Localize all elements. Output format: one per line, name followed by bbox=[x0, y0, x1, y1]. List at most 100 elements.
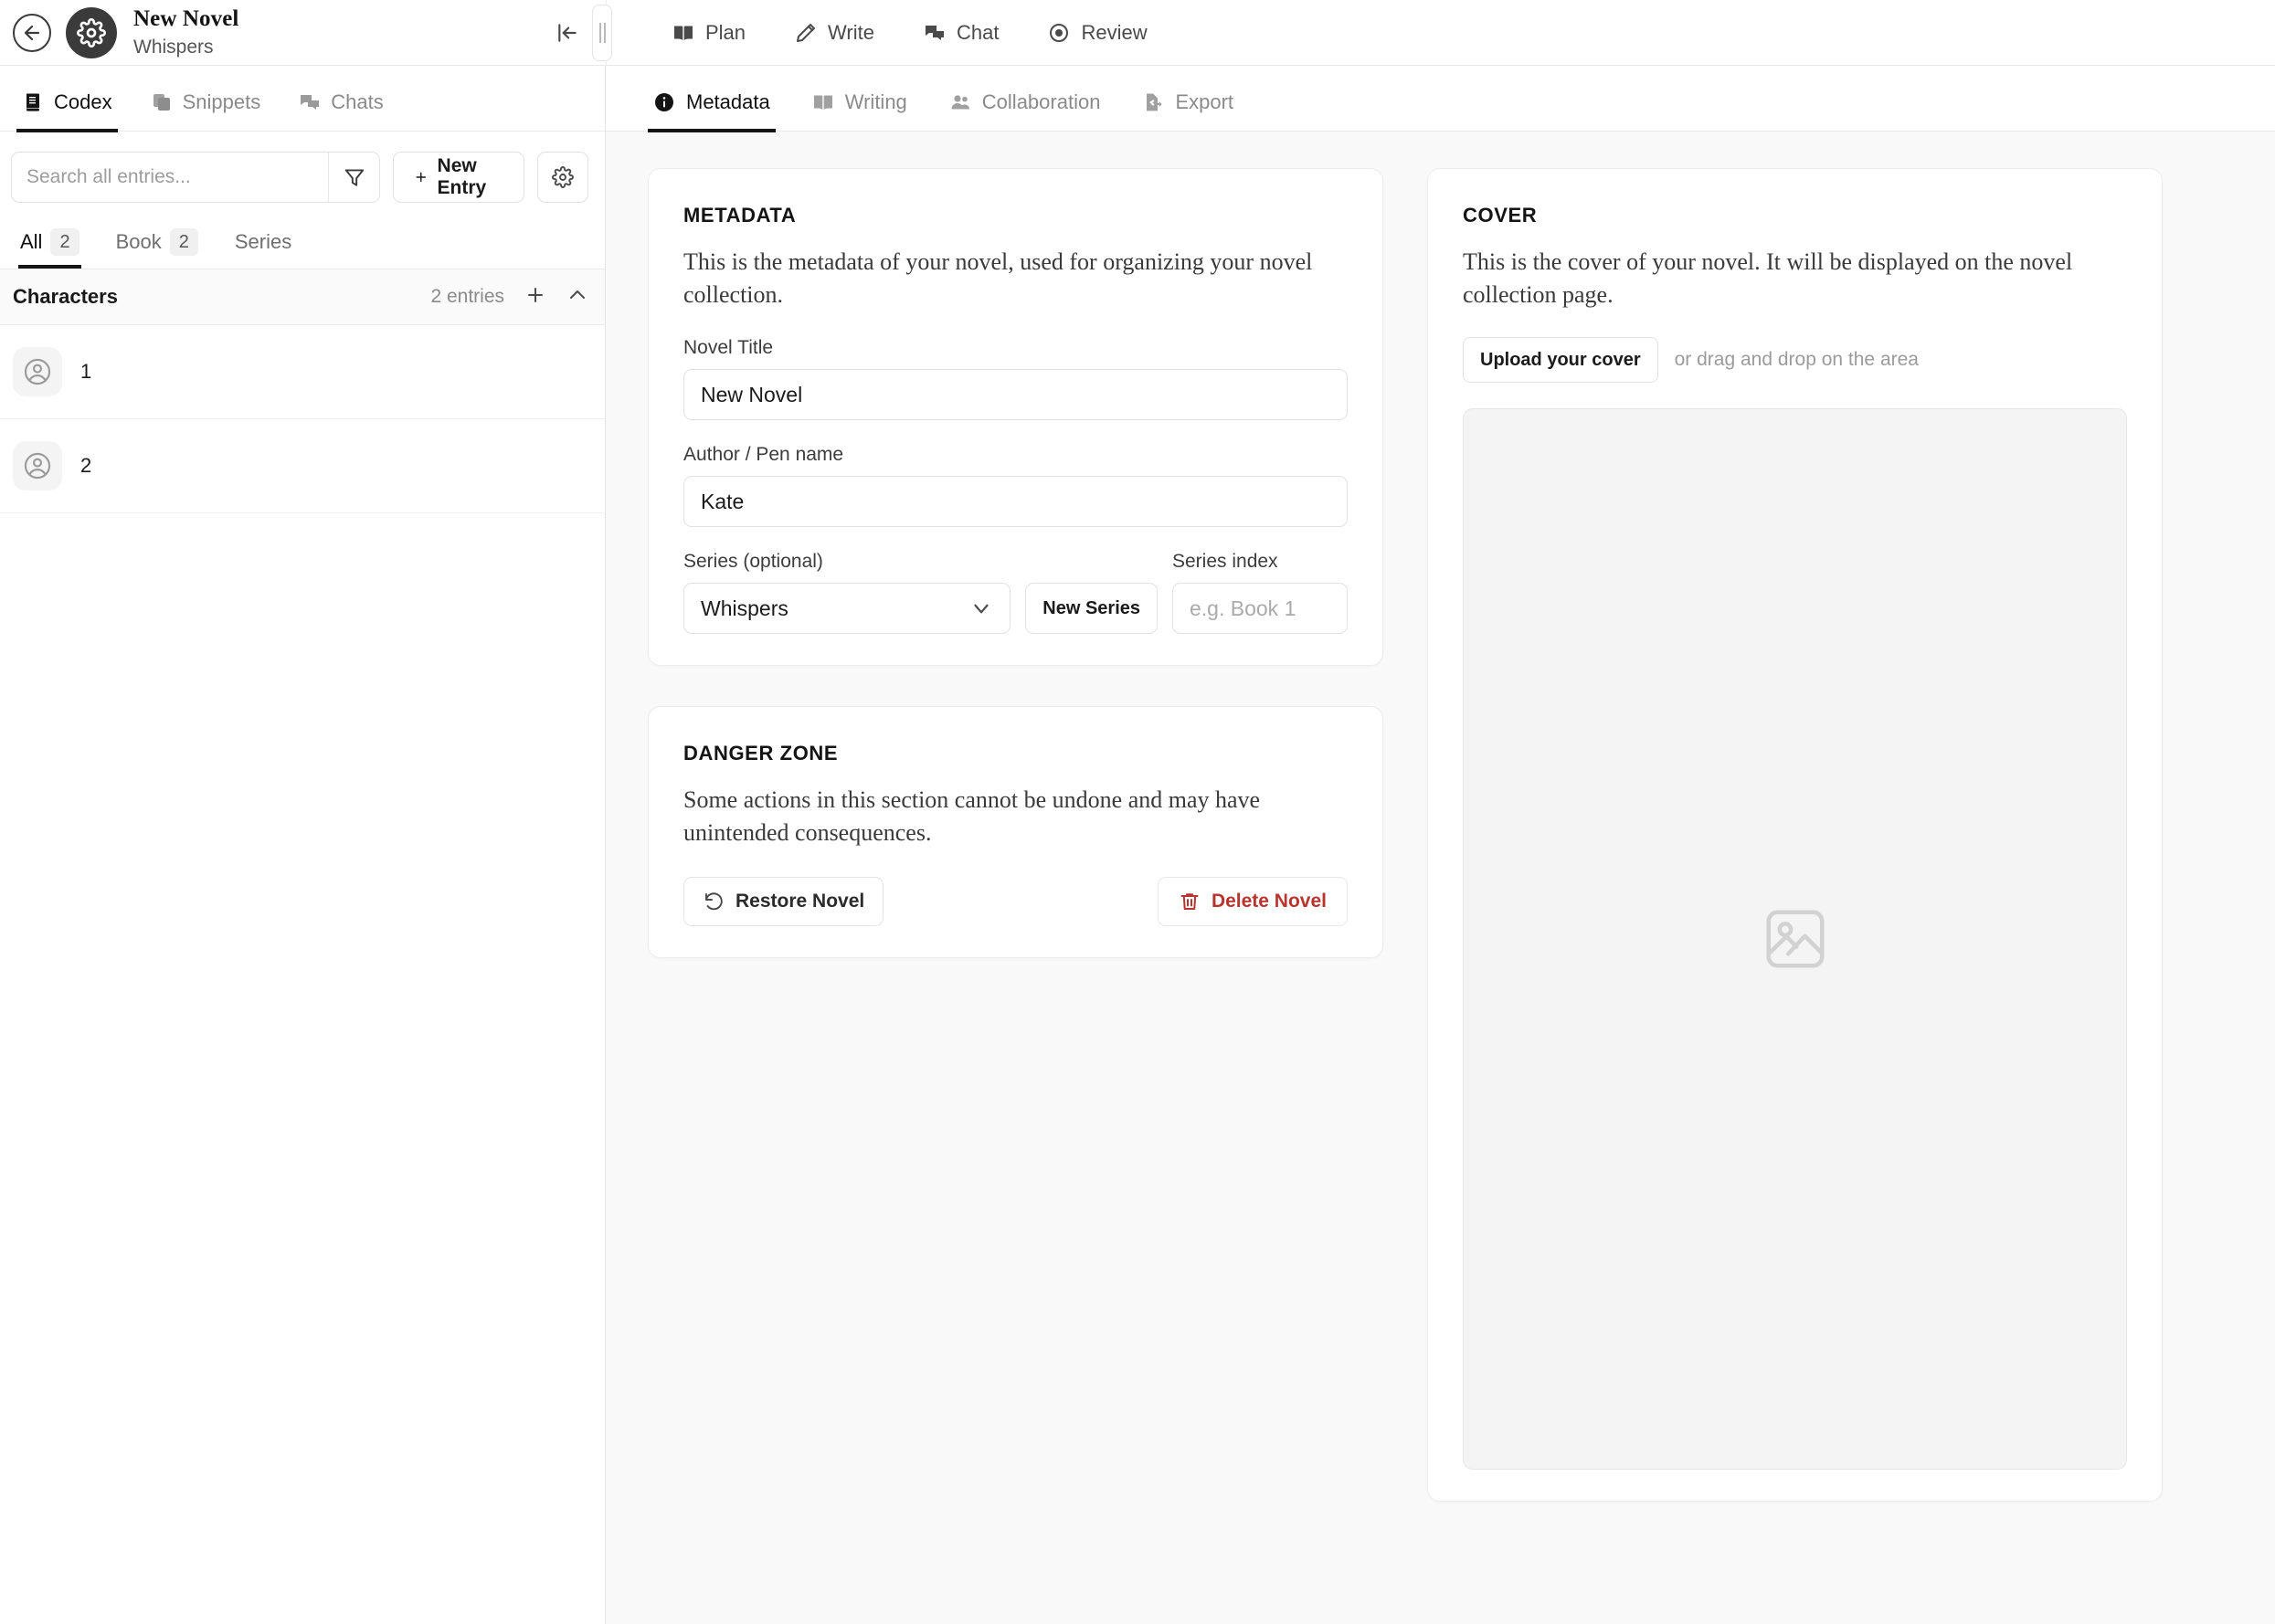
sidebar-tabs: Codex Snippets Chats bbox=[0, 66, 605, 132]
filter-button[interactable] bbox=[328, 153, 379, 202]
search-input[interactable] bbox=[12, 153, 328, 202]
top-nav-item-write[interactable]: Write bbox=[773, 12, 896, 54]
chevron-up-icon bbox=[570, 290, 585, 299]
novel-title-block: New Novel Whispers bbox=[133, 5, 238, 59]
filter-pill-series[interactable]: Series bbox=[233, 219, 293, 269]
page-title: New Novel bbox=[133, 6, 239, 31]
filter-pill-count: 2 bbox=[169, 228, 198, 256]
author-label: Author / Pen name bbox=[683, 444, 844, 465]
danger-zone-description: Some actions in this section cannot be u… bbox=[683, 786, 1261, 846]
tab-export[interactable]: Export bbox=[1137, 90, 1239, 132]
body-row: Codex Snippets Chats Search all entries.… bbox=[0, 66, 2275, 1624]
group-header-actions: 2 entries bbox=[430, 284, 588, 311]
back-button[interactable] bbox=[13, 13, 51, 52]
restore-novel-label: Restore Novel bbox=[735, 891, 865, 912]
tab-writing[interactable]: Writing bbox=[807, 90, 913, 132]
cover-card-description: This is the cover of your novel. It will… bbox=[1463, 248, 2073, 308]
chat-bubbles-icon bbox=[925, 25, 944, 40]
top-nav: Plan Write Chat Review bbox=[606, 0, 2275, 65]
top-nav-label: Chat bbox=[956, 20, 1000, 44]
metadata-card: METADATA This is the metadata of your no… bbox=[648, 168, 1383, 666]
funnel-icon bbox=[344, 169, 364, 186]
series-index-input[interactable] bbox=[1172, 583, 1348, 634]
user-circle-icon bbox=[24, 358, 51, 385]
copy-icon bbox=[153, 94, 170, 111]
danger-zone-title: DANGER ZONE bbox=[683, 742, 839, 765]
top-nav-item-chat[interactable]: Chat bbox=[902, 12, 1021, 54]
cover-card: COVER This is the cover of your novel. I… bbox=[1427, 168, 2163, 1502]
filter-pill-label: Series bbox=[234, 230, 292, 253]
list-item[interactable]: 1 bbox=[0, 325, 605, 419]
search-group bbox=[11, 152, 380, 203]
info-circle-icon bbox=[655, 93, 673, 111]
series-label: Series (optional) bbox=[683, 551, 823, 572]
novel-title-input[interactable] bbox=[683, 369, 1348, 420]
arrow-left-icon bbox=[24, 25, 40, 40]
upload-cover-button[interactable]: Upload your cover bbox=[1463, 337, 1658, 383]
plus-icon bbox=[528, 287, 543, 302]
metadata-card-title: METADATA bbox=[683, 204, 797, 227]
metadata-card-description: This is the metadata of your novel, used… bbox=[683, 248, 1313, 308]
restore-novel-button[interactable]: Restore Novel bbox=[683, 877, 884, 926]
tab-label: Snippets bbox=[182, 90, 261, 113]
novel-header: New Novel Whispers bbox=[0, 0, 612, 65]
danger-zone-card: DANGER ZONE Some actions in this section… bbox=[648, 706, 1383, 958]
codex-settings-button[interactable] bbox=[537, 152, 588, 203]
plus-icon bbox=[416, 172, 427, 183]
collapse-panel-left-icon bbox=[558, 23, 577, 42]
group-add-entry-button[interactable] bbox=[524, 284, 546, 311]
collapse-panel-button[interactable] bbox=[552, 17, 583, 48]
delete-novel-button[interactable]: Delete Novel bbox=[1157, 877, 1348, 926]
list-item[interactable]: 2 bbox=[0, 419, 605, 513]
cover-card-title: COVER bbox=[1463, 204, 1538, 227]
list-item-label: 1 bbox=[80, 360, 92, 383]
novel-avatar[interactable] bbox=[66, 6, 117, 58]
main-content: Metadata Writing Collaboration Export ME… bbox=[606, 66, 2275, 1624]
top-nav-label: Review bbox=[1081, 20, 1148, 44]
tab-label: Export bbox=[1175, 90, 1234, 113]
group-collapse-button[interactable] bbox=[566, 284, 588, 311]
series-select[interactable]: Whispers bbox=[683, 583, 1011, 634]
panel-resize-handle[interactable] bbox=[592, 4, 612, 61]
novel-title-label: Novel Title bbox=[683, 337, 774, 358]
new-entry-label: New Entry bbox=[437, 155, 487, 198]
tab-collaboration[interactable]: Collaboration bbox=[944, 90, 1106, 132]
eye-icon bbox=[1050, 23, 1069, 42]
top-nav-item-plan[interactable]: Plan bbox=[651, 12, 767, 54]
series-select-wrap: Whispers bbox=[683, 583, 1011, 634]
cover-upload-row: Upload your cover or drag and drop on th… bbox=[1463, 337, 2127, 383]
filter-pill-all[interactable]: All 2 bbox=[18, 219, 81, 269]
new-series-button[interactable]: New Series bbox=[1025, 583, 1158, 634]
avatar bbox=[13, 441, 62, 490]
avatar bbox=[13, 347, 62, 396]
top-nav-item-review[interactable]: Review bbox=[1026, 12, 1169, 54]
upload-drag-hint: or drag and drop on the area bbox=[1674, 349, 1919, 370]
book-open-icon bbox=[813, 95, 832, 110]
filter-pill-book[interactable]: Book 2 bbox=[114, 219, 200, 269]
series-row: Series (optional) Whispers New Series Se… bbox=[683, 551, 1348, 634]
new-entry-button[interactable]: New Entry bbox=[393, 152, 524, 203]
filter-pill-count: 2 bbox=[50, 228, 79, 256]
right-column: COVER This is the cover of your novel. I… bbox=[1427, 168, 2163, 1502]
author-input[interactable] bbox=[683, 476, 1348, 527]
group-entry-count: 2 entries bbox=[430, 286, 504, 307]
group-title: Characters bbox=[13, 285, 118, 308]
tab-label: Writing bbox=[844, 90, 907, 113]
chevron-down-icon bbox=[969, 596, 993, 620]
tab-metadata[interactable]: Metadata bbox=[648, 90, 776, 132]
settings-tabs: Metadata Writing Collaboration Export bbox=[606, 66, 2275, 132]
tab-chats[interactable]: Chats bbox=[293, 90, 388, 132]
book-open-icon bbox=[674, 26, 693, 40]
danger-zone-actions: Restore Novel Delete Novel bbox=[683, 877, 1348, 926]
image-placeholder-icon bbox=[1765, 910, 1825, 968]
left-column: METADATA This is the metadata of your no… bbox=[648, 168, 1383, 958]
filter-pill-label: All bbox=[20, 230, 43, 253]
cover-dropzone[interactable] bbox=[1463, 408, 2127, 1470]
codex-group-header-characters[interactable]: Characters 2 entries bbox=[0, 269, 605, 325]
series-select-group: Series (optional) Whispers bbox=[683, 551, 1011, 634]
tab-label: Collaboration bbox=[981, 90, 1101, 113]
tab-snippets[interactable]: Snippets bbox=[145, 90, 267, 132]
tab-codex[interactable]: Codex bbox=[16, 90, 118, 132]
series-index-group: Series index bbox=[1172, 551, 1348, 634]
codex-entry-list: 1 2 bbox=[0, 325, 605, 1624]
